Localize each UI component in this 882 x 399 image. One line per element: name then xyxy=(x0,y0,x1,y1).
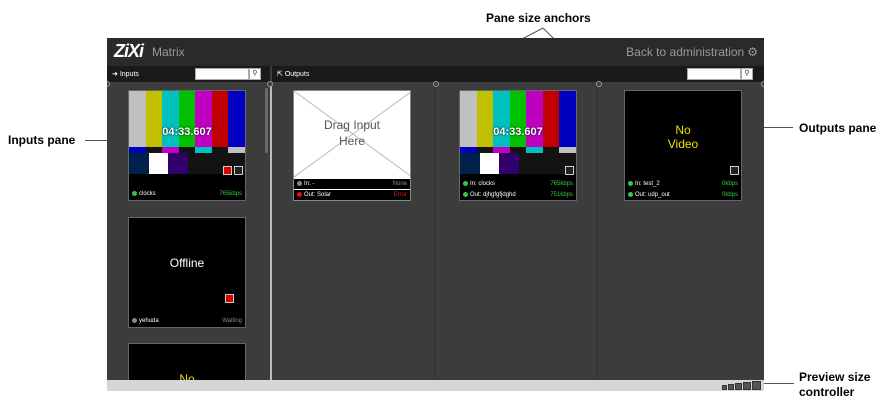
external-link-icon: ⇱ xyxy=(277,71,283,78)
gear-icon: ⚙ xyxy=(747,45,758,59)
preview-icon[interactable] xyxy=(730,166,739,175)
input-card-clocks[interactable]: 04:33.607 clocks 765kbps xyxy=(128,90,246,201)
pane-size-anchor[interactable] xyxy=(267,81,273,87)
output-card-udp-out[interactable]: No Video In: test_2 0kbps Out: udp_out 0… xyxy=(624,90,742,201)
size-option-3[interactable] xyxy=(735,383,742,390)
timecode: 04:33.607 xyxy=(493,126,543,138)
status-dot xyxy=(463,192,468,197)
app-title: Matrix xyxy=(152,45,185,59)
no-video-line-1: No xyxy=(675,123,691,137)
output-in-row: In: clocks 765kbps xyxy=(460,179,576,189)
size-option-5[interactable] xyxy=(752,381,761,390)
preview-icon[interactable] xyxy=(234,166,243,175)
in-label: In: clocks xyxy=(470,181,496,187)
in-value: 0kbps xyxy=(721,181,738,187)
drag-input-text: Drag Input Here xyxy=(294,117,410,149)
outputs-column-separator xyxy=(597,82,598,380)
in-label: In: test_2 xyxy=(635,181,660,187)
inputs-search-button[interactable]: ⚲ xyxy=(249,68,261,80)
annotation-preview-size-2: controller xyxy=(799,385,855,399)
matrix-app: ZiXi Matrix Back to administration ⚙ ➜ In… xyxy=(107,38,764,391)
sign-in-icon: ➜ xyxy=(112,71,118,78)
input-name: clocks xyxy=(139,191,156,197)
size-option-2[interactable] xyxy=(728,384,734,390)
in-value: 765kbps xyxy=(550,181,573,187)
annotation-preview-size-1: Preview size xyxy=(799,370,871,384)
size-option-4[interactable] xyxy=(743,382,751,390)
offline-label: Offline xyxy=(169,256,205,270)
outputs-search-button[interactable]: ⚲ xyxy=(741,68,753,80)
top-bar: ZiXi Matrix Back to administration ⚙ xyxy=(107,38,764,66)
back-link-label: Back to administration xyxy=(626,45,745,59)
search-icon: ⚲ xyxy=(252,70,258,77)
output-out-row: Out: Solar Error xyxy=(294,190,410,200)
status-dot xyxy=(132,318,137,323)
annotation-inputs-line xyxy=(85,140,107,141)
inputs-header: ➜ Inputs ⚲ xyxy=(107,66,270,82)
color-bars xyxy=(460,91,576,147)
annotation-pane-size-anchors: Pane size anchors xyxy=(486,11,591,25)
annotation-preview-line xyxy=(764,383,794,384)
search-icon: ⚲ xyxy=(744,70,750,77)
input-bitrate: 765kbps xyxy=(219,191,242,197)
status-dot xyxy=(463,181,468,186)
annotation-outputs-pane: Outputs pane xyxy=(799,121,877,135)
back-to-administration-link[interactable]: Back to administration ⚙ xyxy=(626,45,758,59)
output-out-row: Out: djhgfgfjdghd 751kbps xyxy=(460,190,576,200)
inputs-scrollbar[interactable] xyxy=(265,88,268,153)
inputs-header-label: Inputs xyxy=(119,71,139,78)
no-video-line-2: Video xyxy=(667,137,699,151)
out-label: Out: udp_out xyxy=(635,192,670,198)
status-dot xyxy=(132,191,137,196)
input-status: Waiting xyxy=(222,318,242,324)
timecode: 04:33.607 xyxy=(162,126,212,138)
zixi-logo: ZiXi xyxy=(114,41,144,61)
input-status-row: clocks 765kbps xyxy=(129,189,245,199)
pane-size-anchor[interactable] xyxy=(761,81,764,87)
pane-size-anchor[interactable] xyxy=(596,81,602,87)
input-status-row: yehuda Waiting xyxy=(129,316,245,326)
outputs-header-label: Outputs xyxy=(284,71,310,78)
bottom-bar xyxy=(107,380,764,391)
out-value: 751kbps xyxy=(550,192,573,198)
status-dot xyxy=(628,181,633,186)
input-name: yehuda xyxy=(139,318,159,324)
preview-size-controller[interactable] xyxy=(722,381,761,390)
status-dot xyxy=(297,181,302,186)
outputs-search-input[interactable] xyxy=(687,68,741,80)
out-label: Out: djhgfgfjdghd xyxy=(470,192,516,198)
preview-icon[interactable] xyxy=(565,166,574,175)
inputs-header-title: ➜ Inputs xyxy=(112,70,139,78)
in-value: None xyxy=(392,181,407,187)
size-option-1[interactable] xyxy=(722,385,727,390)
outputs-column-separator xyxy=(434,82,435,380)
status-dot xyxy=(628,192,633,197)
status-dot xyxy=(297,192,302,197)
in-label: In: - xyxy=(304,181,315,187)
annotation-inputs-pane: Inputs pane xyxy=(8,133,76,147)
outputs-header-title: ⇱ Outputs xyxy=(277,70,309,78)
output-card-solar[interactable]: Drag Input Here In: - None Out: Solar Er… xyxy=(293,90,411,201)
no-video-label: No Video xyxy=(625,123,741,151)
output-out-row: Out: udp_out 0kbps xyxy=(625,190,741,200)
inputs-search-input[interactable] xyxy=(195,68,249,80)
outputs-header: ⇱ Outputs ⚲ xyxy=(272,66,764,82)
drag-line-2: Here xyxy=(338,134,365,148)
output-in-row: In: - None xyxy=(294,179,410,189)
drag-line-1: Drag Input xyxy=(323,118,381,132)
record-icon[interactable] xyxy=(225,294,234,303)
out-label: Out: Solar xyxy=(304,192,332,198)
out-value: 0kbps xyxy=(721,192,738,198)
out-value: Error xyxy=(393,192,407,198)
input-card-yehuda[interactable]: Offline yehuda Waiting xyxy=(128,217,246,328)
record-icon[interactable] xyxy=(223,166,232,175)
pane-size-anchor[interactable] xyxy=(433,81,439,87)
output-in-row: In: test_2 0kbps xyxy=(625,179,741,189)
color-bars xyxy=(129,91,245,147)
output-card-clocks[interactable]: 04:33.607 In: clocks 765kbps Out: djhgfg… xyxy=(459,90,577,201)
